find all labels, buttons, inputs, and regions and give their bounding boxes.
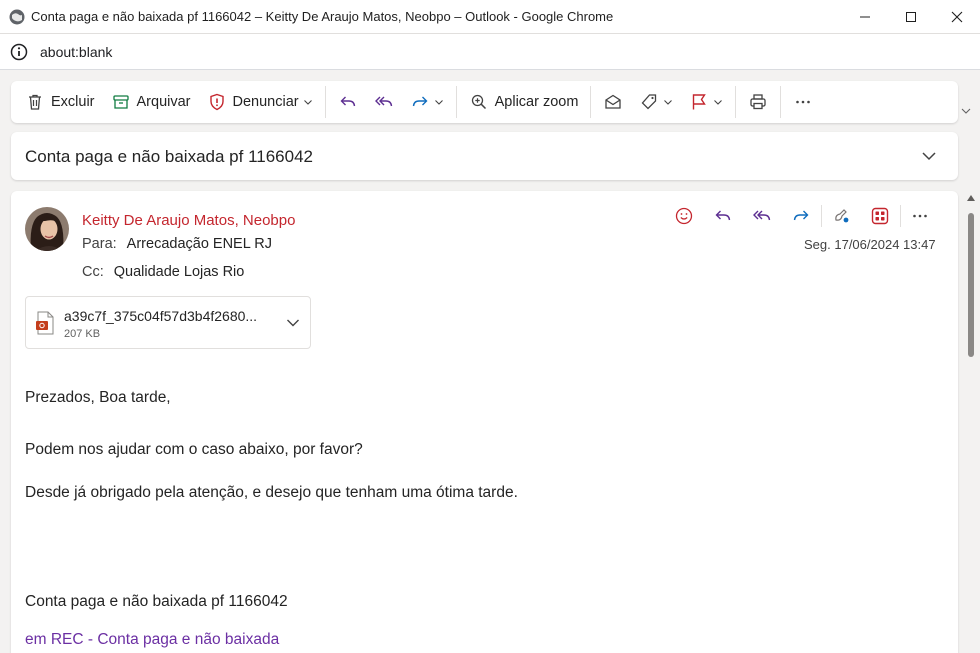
chrome-app-icon (9, 9, 25, 24)
message-subject: Conta paga e não baixada pf 1166042 (25, 147, 313, 166)
chevron-down-icon[interactable] (921, 150, 937, 162)
zoom-icon (471, 94, 486, 110)
forward-icon (793, 210, 809, 221)
toolbar-divider (780, 86, 782, 118)
body-link[interactable]: em REC - Conta paga e não baixada (25, 631, 279, 649)
pdf-file-icon (36, 311, 54, 335)
tag-button[interactable] (631, 86, 681, 118)
delete-label: Excluir (51, 94, 95, 110)
message-actions (671, 203, 946, 229)
chevron-down-icon[interactable] (434, 97, 444, 107)
scrollbar-thumb[interactable] (968, 213, 974, 357)
forward-icon (412, 96, 428, 107)
chevron-down-icon[interactable] (303, 97, 313, 107)
chevron-down-icon[interactable] (713, 97, 723, 107)
mark-read-icon (605, 94, 622, 109)
cc-recipient[interactable]: Qualidade Lojas Rio (114, 264, 245, 280)
reply-button[interactable] (330, 86, 366, 118)
print-button[interactable] (740, 86, 776, 118)
flag-icon (693, 94, 707, 110)
zoom-button[interactable]: Aplicar zoom (461, 86, 587, 118)
viva-insights-icon (835, 209, 849, 223)
mark-read-button[interactable] (595, 86, 631, 118)
close-button[interactable] (934, 0, 980, 34)
more-icon (913, 214, 927, 218)
body-line: Prezados, Boa tarde, (25, 389, 171, 406)
maximize-button[interactable] (888, 0, 934, 34)
reply-button[interactable] (710, 203, 736, 229)
sender-photo (25, 207, 69, 251)
toolbar-divider (455, 86, 457, 118)
scroll-up-arrow-icon[interactable] (967, 195, 975, 201)
reading-pane: Excluir Arquivar Denunciar Aplicar zoom … (0, 70, 980, 653)
reply-all-icon (753, 210, 771, 221)
reply-all-button[interactable] (366, 86, 402, 118)
attachment-card[interactable]: a39c7f_375c04f57d3b4f2680... 207 KB (25, 296, 311, 349)
address-bar: about:blank (0, 34, 980, 70)
message-card: Keitty De Araujo Matos, Neobpo Para: Arre… (11, 191, 958, 653)
delete-icon (29, 94, 41, 110)
window-title-bar: Conta paga e não baixada pf 1166042 – Ke… (0, 0, 980, 34)
minimize-icon (860, 16, 870, 18)
cc-label: Cc: (82, 264, 104, 280)
reply-icon (340, 96, 355, 107)
apps-button[interactable] (867, 203, 893, 229)
body-line: Desde já obrigado pela atenção, e desejo… (25, 484, 518, 501)
chevron-down-icon[interactable] (960, 105, 972, 117)
chevron-down-icon[interactable] (663, 97, 673, 107)
insights-button[interactable] (828, 203, 854, 229)
vertical-scrollbar[interactable] (964, 191, 978, 653)
more-actions-button[interactable] (907, 203, 933, 229)
to-row: Para: Arrecadação ENEL RJ (82, 236, 272, 252)
report-shield-icon (209, 93, 224, 111)
attachment-name: a39c7f_375c04f57d3b4f2680... (64, 308, 258, 324)
reply-all-icon (374, 96, 392, 107)
attachment-size: 207 KB (64, 328, 101, 340)
body-line: Podem nos ajudar com o caso abaixo, por … (25, 441, 363, 458)
apps-icon (871, 207, 889, 225)
forward-button[interactable] (788, 203, 814, 229)
sender-name[interactable]: Keitty De Araujo Matos, Neobpo (82, 212, 295, 229)
flag-button[interactable] (681, 86, 731, 118)
url-text[interactable]: about:blank (40, 44, 112, 60)
toolbar-divider (324, 86, 326, 118)
chevron-down-icon[interactable] (286, 318, 300, 328)
more-icon (796, 100, 811, 104)
reply-all-button[interactable] (749, 203, 775, 229)
archive-icon (112, 95, 129, 109)
message-date: Seg. 17/06/2024 13:47 (804, 237, 936, 252)
message-toolbar: Excluir Arquivar Denunciar Aplicar zoom (11, 81, 958, 123)
info-icon[interactable] (10, 43, 28, 61)
tag-icon (642, 94, 657, 110)
avatar[interactable] (25, 207, 69, 251)
archive-label: Arquivar (136, 94, 191, 110)
cc-row: Cc: Qualidade Lojas Rio (82, 264, 244, 280)
actions-divider (900, 205, 901, 227)
body-line: Conta paga e não baixada pf 1166042 (25, 593, 288, 610)
window-title: Conta paga e não baixada pf 1166042 – Ke… (31, 9, 614, 24)
toolbar-divider (735, 86, 737, 118)
report-button[interactable]: Denunciar (199, 86, 321, 118)
to-recipient[interactable]: Arrecadação ENEL RJ (127, 236, 272, 252)
close-icon (951, 11, 963, 23)
to-label: Para: (82, 236, 117, 252)
delete-button[interactable]: Excluir (17, 86, 103, 118)
emoji-icon (675, 207, 693, 225)
reply-icon (715, 210, 731, 221)
react-button[interactable] (671, 203, 697, 229)
maximize-icon (906, 12, 916, 22)
report-label: Denunciar (232, 94, 299, 110)
zoom-label: Aplicar zoom (494, 94, 579, 110)
archive-button[interactable]: Arquivar (103, 86, 199, 118)
minimize-button[interactable] (842, 0, 888, 34)
more-actions-button[interactable] (785, 86, 821, 118)
print-icon (750, 94, 767, 110)
toolbar-divider (590, 86, 592, 118)
subject-card: Conta paga e não baixada pf 1166042 (11, 132, 958, 180)
forward-button[interactable] (402, 86, 452, 118)
actions-divider (821, 205, 822, 227)
